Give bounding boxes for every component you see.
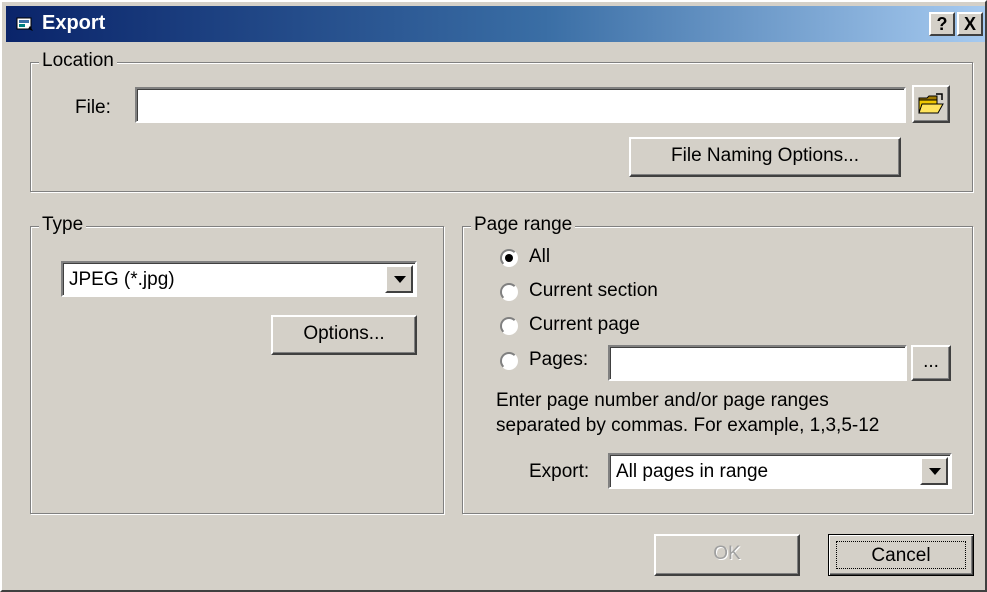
pages-input[interactable] — [608, 345, 907, 381]
type-legend: Type — [39, 214, 87, 236]
browse-file-button[interactable] — [912, 85, 950, 123]
export-label: Export: — [529, 461, 590, 482]
export-select[interactable]: All pages in range — [608, 453, 952, 489]
radio-current-page-label[interactable]: Current page — [529, 314, 640, 336]
type-group: Type JPEG (*.jpg) Options... — [30, 214, 444, 514]
pages-browse-button[interactable]: ... — [911, 345, 951, 381]
options-button[interactable]: Options... — [271, 315, 417, 355]
close-button[interactable]: X — [957, 12, 983, 36]
radio-current-section[interactable] — [500, 283, 518, 301]
radio-all-label[interactable]: All — [529, 246, 550, 268]
help-button[interactable]: ? — [929, 12, 955, 36]
ok-button[interactable]: OK — [654, 534, 800, 576]
radio-current-section-label[interactable]: Current section — [529, 280, 658, 302]
radio-pages[interactable] — [500, 352, 518, 370]
location-group: Location File: File Naming Options... — [30, 50, 973, 192]
export-dropdown-button[interactable] — [920, 457, 948, 485]
file-naming-options-button[interactable]: File Naming Options... — [629, 137, 901, 177]
file-input[interactable] — [135, 87, 906, 123]
folder-open-icon — [918, 93, 944, 114]
dialog-title: Export — [42, 12, 106, 34]
cancel-button-label: Cancel — [836, 541, 966, 569]
radio-selected-dot — [505, 254, 513, 262]
title-bar[interactable]: Export ? X — [6, 6, 985, 42]
pages-hint-line2: separated by commas. For example, 1,3,5-… — [496, 415, 880, 436]
file-type-select[interactable]: JPEG (*.jpg) — [61, 261, 417, 297]
location-legend: Location — [39, 50, 117, 72]
cancel-button[interactable]: Cancel — [828, 534, 974, 576]
export-value: All pages in range — [616, 461, 769, 482]
app-icon — [16, 17, 33, 31]
pages-hint-line1: Enter page number and/or page ranges — [496, 390, 829, 411]
chevron-down-icon — [929, 468, 941, 475]
page-range-group: Page range All Current section Current p… — [462, 214, 973, 514]
file-type-value: JPEG (*.jpg) — [69, 269, 175, 290]
page-range-legend: Page range — [471, 214, 576, 236]
radio-current-page[interactable] — [500, 317, 518, 335]
radio-pages-label[interactable]: Pages: — [529, 349, 588, 371]
file-type-dropdown-button[interactable] — [385, 265, 413, 293]
file-label: File: — [75, 97, 111, 118]
chevron-down-icon — [394, 276, 406, 283]
export-dialog: Export ? X Location File: File Naming Op… — [0, 0, 987, 592]
radio-all[interactable] — [500, 249, 518, 267]
